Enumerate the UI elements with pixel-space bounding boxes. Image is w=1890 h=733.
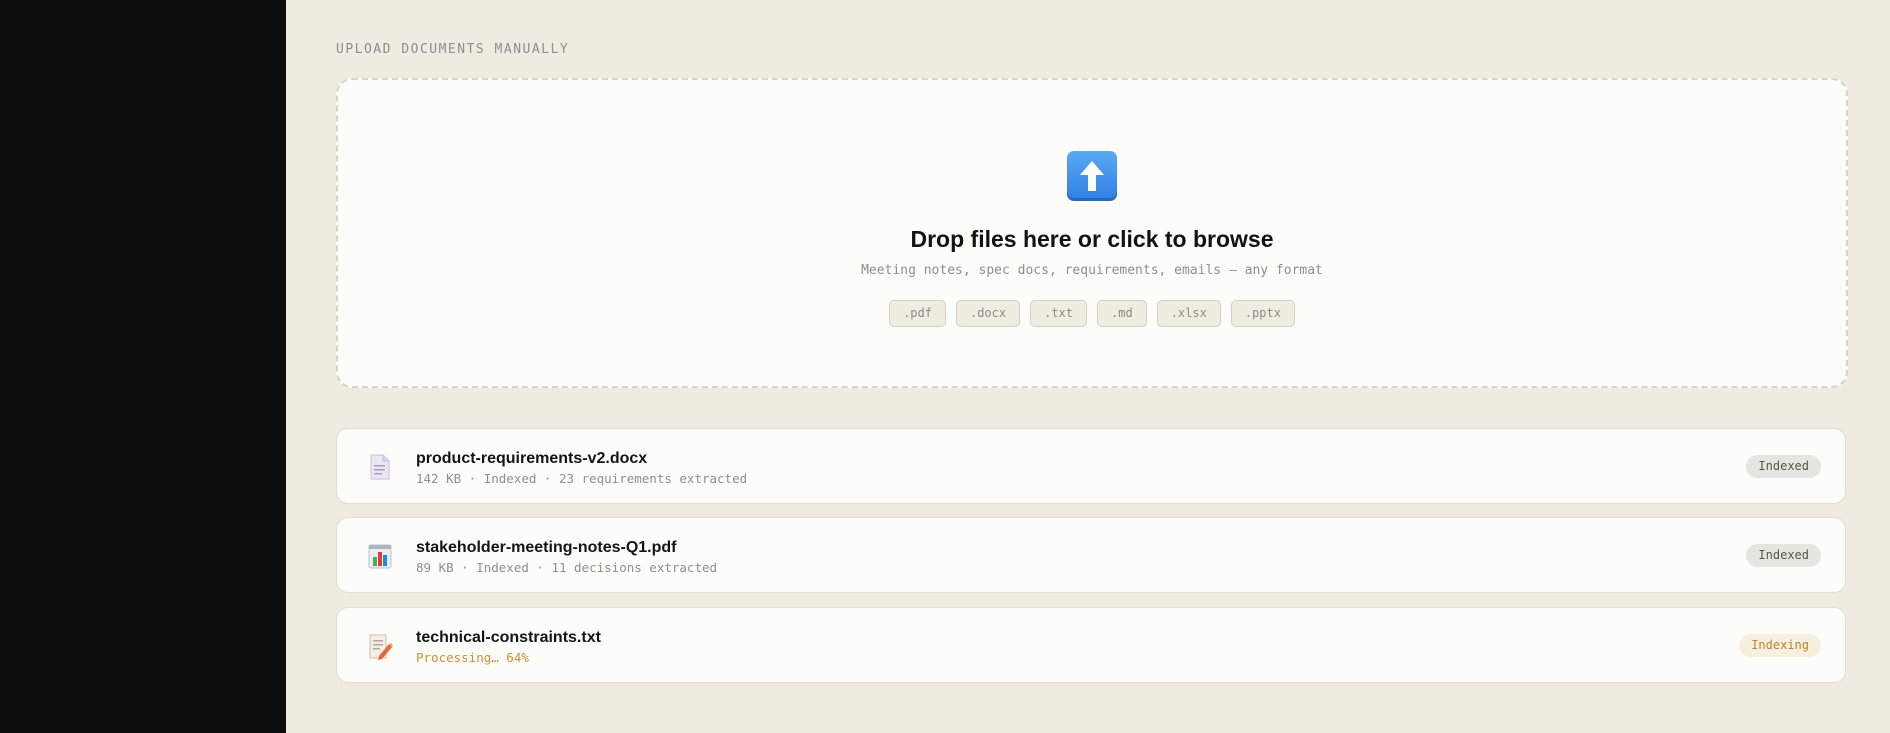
- main-content: UPLOAD DOCUMENTS MANUALLY Drop files her…: [286, 0, 1890, 733]
- format-chip-pdf: .pdf: [889, 300, 946, 327]
- file-progress-text: Processing… 64%: [416, 650, 529, 665]
- file-meta: 142 KB · Indexed · 23 requirements extra…: [416, 471, 748, 486]
- document-icon: [367, 453, 393, 481]
- file-item[interactable]: product-requirements-v2.docx 142 KB · In…: [336, 428, 1846, 504]
- sidebar: [0, 0, 286, 733]
- dropzone-subtitle: Meeting notes, spec docs, requirements, …: [861, 263, 1323, 278]
- format-chip-docx: .docx: [955, 300, 1021, 327]
- file-dropzone[interactable]: Drop files here or click to browse Meeti…: [336, 78, 1848, 388]
- upload-arrow-icon: [1067, 151, 1117, 201]
- file-name: stakeholder-meeting-notes-Q1.pdf: [416, 539, 677, 556]
- section-label: UPLOAD DOCUMENTS MANUALLY: [336, 42, 570, 57]
- file-name: product-requirements-v2.docx: [416, 450, 648, 467]
- file-item[interactable]: technical-constraints.txt Processing… 64…: [336, 607, 1846, 683]
- format-chips: .pdf .docx .txt .md .xlsx .pptx: [338, 300, 1846, 327]
- file-meta: 89 KB · Indexed · 11 decisions extracted: [416, 560, 718, 575]
- bar-chart-icon: [367, 542, 393, 570]
- memo-icon: [367, 632, 393, 660]
- file-item[interactable]: stakeholder-meeting-notes-Q1.pdf 89 KB ·…: [336, 517, 1846, 593]
- status-badge: Indexed: [1746, 455, 1821, 478]
- dropzone-title: Drop files here or click to browse: [910, 226, 1274, 252]
- format-chip-txt: .txt: [1030, 300, 1087, 327]
- status-badge: Indexed: [1746, 544, 1821, 567]
- format-chip-pptx: .pptx: [1230, 300, 1295, 327]
- format-chip-md: .md: [1097, 300, 1147, 327]
- status-badge: Indexing: [1739, 634, 1821, 657]
- format-chip-xlsx: .xlsx: [1156, 300, 1221, 327]
- file-name: technical-constraints.txt: [416, 629, 601, 646]
